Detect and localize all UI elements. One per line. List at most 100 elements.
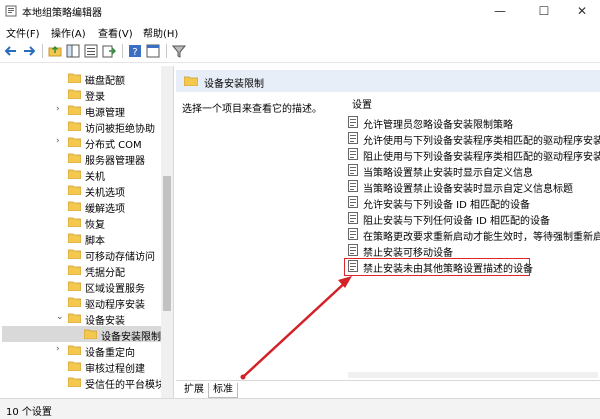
tree-item[interactable]: › 分布式 COM <box>2 134 173 151</box>
tree-item-label: 可移动存储访问 <box>85 252 155 263</box>
setting-item[interactable]: 允许使用与下列设备安装程序类相匹配的驱动程序安装 <box>346 130 600 146</box>
properties-icon[interactable] <box>146 44 160 58</box>
tree-item[interactable]: 关机选项 <box>2 182 173 199</box>
tree-item[interactable]: 可移动存储访问 <box>2 246 173 263</box>
title-bar: 本地组策略编辑器 — ☐ ✕ <box>0 0 600 22</box>
folder-icon <box>184 76 198 86</box>
tree-item-label: 登录 <box>85 92 105 103</box>
policy-setting-icon <box>348 228 358 240</box>
setting-item[interactable]: 阻止使用与下列设备安装程序类相匹配的驱动程序安装 <box>346 146 600 162</box>
setting-item[interactable]: 在策略更改要求重新启动才能生效时，等待强制重新启 <box>346 226 600 242</box>
tree-item[interactable]: 恢复 <box>2 214 173 231</box>
setting-item[interactable]: 禁止安装可移动设备 <box>346 242 600 258</box>
tree-item-label: 服务器管理器 <box>85 156 145 167</box>
show-tree-icon[interactable] <box>66 44 80 58</box>
folder-icon <box>68 313 81 323</box>
folder-icon <box>68 377 81 387</box>
folder-icon <box>68 89 81 99</box>
policy-setting-icon <box>348 116 358 128</box>
list-view-icon[interactable] <box>84 44 98 58</box>
tree-item[interactable]: › 电源管理 <box>2 102 173 119</box>
chevron-down-icon[interactable]: ⌄ <box>56 312 64 322</box>
folder-icon <box>68 249 81 259</box>
folder-icon <box>68 153 81 163</box>
tree-item[interactable]: 关机 <box>2 166 173 183</box>
chevron-right-icon[interactable]: › <box>56 104 60 114</box>
maximize-button[interactable]: ☐ <box>524 0 564 22</box>
tree-item[interactable]: 设备安装限制 <box>2 326 173 343</box>
setting-item[interactable]: 阻止安装与下列任何设备 ID 相匹配的设备 <box>346 210 600 226</box>
setting-item[interactable]: 当策略设置禁止设备安装时显示自定义信息标题 <box>346 178 600 194</box>
policy-setting-icon <box>348 132 358 144</box>
tree-item-label: 区域设置服务 <box>85 284 145 295</box>
tree-item-label: 关机选项 <box>85 188 125 199</box>
tree-item[interactable]: 审核过程创建 <box>2 358 173 375</box>
tree-item[interactable]: 凭据分配 <box>2 262 173 279</box>
tree-item[interactable]: ⌄ 设备安装 <box>2 310 173 327</box>
setting-label: 允许安装与下列设备 ID 相匹配的设备 <box>363 200 531 210</box>
menu-view[interactable]: 查看(V) <box>98 25 133 40</box>
tree-item[interactable]: 服务器管理器 <box>2 150 173 167</box>
horizontal-scrollbar[interactable] <box>348 372 598 378</box>
folder-icon <box>68 201 81 211</box>
chevron-right-icon[interactable]: › <box>56 344 60 354</box>
details-pane: 设备安装限制 选择一个项目来查看它的描述。 设置 允许管理员忽略设备安装限制策略… <box>176 66 600 398</box>
tree-item[interactable]: › 设备重定向 <box>2 342 173 359</box>
tree-item[interactable]: 缓解选项 <box>2 198 173 215</box>
description-text: 选择一个项目来查看它的描述。 <box>182 104 322 115</box>
folder-icon <box>68 281 81 291</box>
tree-item-label: 磁盘配额 <box>85 76 125 87</box>
menu-action[interactable]: 操作(A) <box>51 25 86 40</box>
folder-icon <box>68 265 81 275</box>
tree-item-label: 缓解选项 <box>85 204 125 215</box>
minimize-button[interactable]: — <box>480 0 520 22</box>
setting-label: 禁止安装可移动设备 <box>363 248 453 258</box>
export-icon[interactable] <box>102 44 116 58</box>
menu-bar: 文件(F) 操作(A) 查看(V) 帮助(H) <box>0 22 600 40</box>
chevron-right-icon[interactable]: › <box>56 136 60 146</box>
policy-setting-icon <box>348 180 358 192</box>
tab-extended[interactable]: 扩展 <box>180 383 208 397</box>
setting-item[interactable]: 允许管理员忽略设备安装限制策略 <box>346 114 600 130</box>
tree-item-label: 访问被拒绝协助 <box>85 124 155 135</box>
tree-item-label: 审核过程创建 <box>85 364 145 375</box>
folder-icon <box>84 329 97 339</box>
tree-item[interactable]: 区域设置服务 <box>2 278 173 295</box>
tree-item-label: 关机 <box>85 172 105 183</box>
settings-column-header[interactable]: 设置 <box>352 96 372 111</box>
help-icon[interactable]: ? <box>128 44 142 58</box>
menu-help[interactable]: 帮助(H) <box>143 25 178 40</box>
tree-item[interactable]: 驱动程序安装 <box>2 294 173 311</box>
tab-standard[interactable]: 标准 <box>208 383 238 398</box>
policy-setting-icon <box>348 244 358 256</box>
tree-item[interactable]: 访问被拒绝协助 <box>2 118 173 135</box>
up-folder-icon[interactable] <box>48 44 62 58</box>
tree-item[interactable]: 磁盘配额 <box>2 70 173 87</box>
tree-item-label: 恢复 <box>85 220 105 231</box>
tree-item[interactable]: 登录 <box>2 86 173 103</box>
highlight-box <box>344 258 530 276</box>
policy-setting-icon <box>348 164 358 176</box>
filter-icon[interactable] <box>172 44 186 58</box>
tree-item[interactable]: 受信任的平台模块 <box>2 374 173 391</box>
menu-file[interactable]: 文件(F) <box>6 25 40 40</box>
close-button[interactable]: ✕ <box>562 0 600 22</box>
policy-setting-icon <box>348 196 358 208</box>
setting-item[interactable]: 当策略设置禁止安装时显示自定义信息 <box>346 162 600 178</box>
window-title: 本地组策略编辑器 <box>22 8 102 19</box>
forward-icon[interactable] <box>22 44 36 58</box>
setting-item[interactable]: 允许安装与下列设备 ID 相匹配的设备 <box>346 194 600 210</box>
setting-label: 当策略设置禁止安装时显示自定义信息 <box>363 168 533 178</box>
folder-icon <box>68 217 81 227</box>
status-bar: 10 个设置 <box>0 398 600 419</box>
status-text: 10 个设置 <box>6 407 52 418</box>
folder-icon <box>68 345 81 355</box>
view-tabs: 扩展 标准 <box>176 380 600 399</box>
pane-header: 设备安装限制 <box>176 70 600 92</box>
scrollbar-thumb[interactable] <box>163 176 171 311</box>
back-icon[interactable] <box>4 44 18 58</box>
folder-icon <box>68 169 81 179</box>
tree-scrollbar[interactable] <box>161 66 173 398</box>
tree-item[interactable]: 脚本 <box>2 230 173 247</box>
folder-icon <box>68 361 81 371</box>
